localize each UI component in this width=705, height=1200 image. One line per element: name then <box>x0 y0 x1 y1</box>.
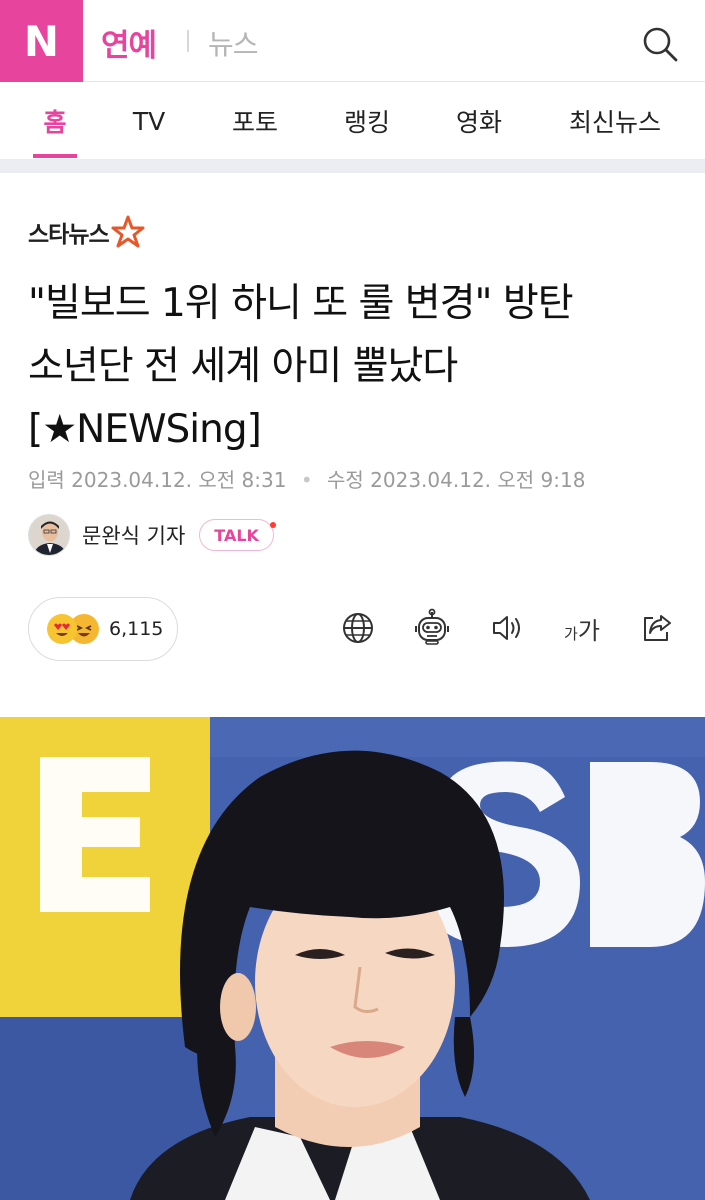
date-separator: • <box>300 468 313 492</box>
top-header: N 연예 뉴스 <box>0 0 705 82</box>
tab-latest-news[interactable]: 최신뉴스 <box>557 83 673 159</box>
audio-button[interactable] <box>484 605 530 651</box>
search-icon <box>643 27 678 62</box>
press-logo[interactable]: 스타뉴스 <box>28 212 145 252</box>
share-icon <box>644 615 671 641</box>
heart-eyes-emoji-icon <box>47 614 77 644</box>
modified-label: 수정 <box>326 468 364 492</box>
search-button[interactable] <box>638 22 682 66</box>
globe-icon <box>343 613 373 643</box>
tab-tv[interactable]: TV <box>118 83 180 159</box>
share-button[interactable] <box>634 605 680 651</box>
tab-ranking[interactable]: 랭킹 <box>334 83 400 159</box>
summary-button[interactable] <box>409 605 455 651</box>
input-label: 입력 <box>28 468 65 492</box>
section-gap <box>0 159 705 173</box>
nav-tabs: 홈 TV 포토 랭킹 영화 최신뉴스 <box>0 83 705 159</box>
title-divider <box>187 30 189 52</box>
headline-line: "빌보드 1위 하니 또 룰 변경" 방탄 <box>28 281 574 326</box>
reaction-count: 6,115 <box>109 618 164 640</box>
reaction-button[interactable]: 6,115 <box>28 597 178 661</box>
naver-logo[interactable]: N <box>0 0 83 82</box>
translate-button[interactable] <box>335 605 381 651</box>
article-headline: "빌보드 1위 하니 또 룰 변경" 방탄 소년단 전 세계 아미 뿔났다 [★… <box>28 272 688 461</box>
headline-line: 소년단 전 세계 아미 뿔났다 <box>28 344 458 389</box>
section-title[interactable]: 연예 <box>101 20 157 65</box>
photo-image <box>0 717 705 1200</box>
input-date: 2023.04.12. 오전 8:31 <box>71 468 287 492</box>
notification-dot <box>269 522 276 528</box>
headline-line: [★NEWSing] <box>28 407 262 452</box>
reporter-name[interactable]: 문완식 기자 <box>82 520 185 550</box>
star-logo-icon <box>111 215 145 248</box>
tab-home[interactable]: 홈 <box>22 83 88 159</box>
tab-photo[interactable]: 포토 <box>222 83 288 159</box>
article-photo[interactable] <box>0 717 705 1200</box>
modified-date: 2023.04.12. 오전 9:18 <box>370 468 586 492</box>
tab-movie[interactable]: 영화 <box>446 83 512 159</box>
speaker-icon <box>493 616 520 640</box>
robot-icon <box>415 608 449 645</box>
active-tab-indicator <box>33 154 77 158</box>
press-name: 스타뉴스 <box>28 222 110 248</box>
font-size-button[interactable]: 가가 <box>557 605 607 651</box>
reporter-avatar[interactable] <box>28 514 70 556</box>
reporter-info[interactable]: 문완식 기자 TALK <box>28 513 276 557</box>
talk-label: TALK <box>214 525 259 545</box>
sub-title[interactable]: 뉴스 <box>208 23 259 63</box>
font-size-icon: 가가 <box>564 616 600 645</box>
talk-button[interactable]: TALK <box>199 519 276 551</box>
article-dates: 입력 2023.04.12. 오전 8:31 • 수정 2023.04.12. … <box>28 464 585 493</box>
